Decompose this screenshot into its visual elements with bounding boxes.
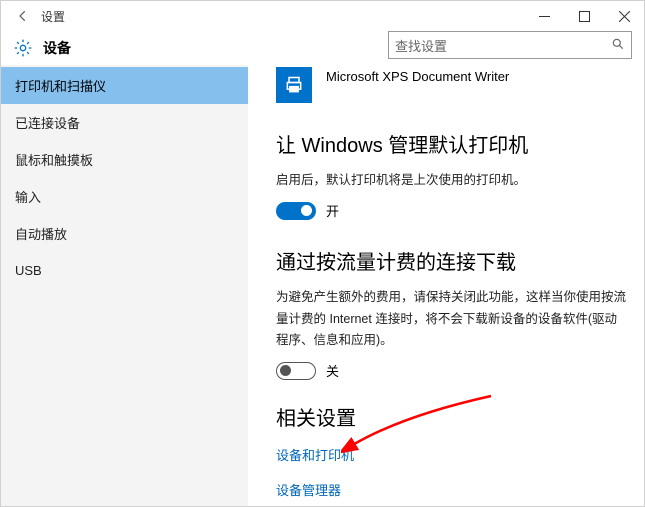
minimize-button[interactable]: [524, 1, 564, 31]
toggle-metered-label: 关: [326, 361, 339, 380]
search-placeholder: 查找设置: [395, 36, 611, 55]
section-related-title: 相关设置: [276, 402, 626, 431]
sidebar-item-label: 已连接设备: [15, 113, 80, 132]
printer-icon: [276, 67, 312, 103]
sidebar-item-typing[interactable]: 输入: [1, 178, 248, 215]
gear-icon: [13, 38, 33, 58]
sidebar-item-autoplay[interactable]: 自动播放: [1, 215, 248, 252]
section-metered-desc: 为避免产生额外的费用，请保持关闭此功能，这样当你使用按流量计费的 Interne…: [276, 287, 626, 351]
sidebar-item-label: 打印机和扫描仪: [15, 76, 106, 95]
sidebar-item-label: 输入: [15, 187, 41, 206]
printer-name[interactable]: Microsoft XPS Document Writer: [326, 69, 509, 84]
search-icon: [611, 37, 625, 54]
sidebar-item-connected[interactable]: 已连接设备: [1, 104, 248, 141]
section-metered-title: 通过按流量计费的连接下载: [276, 246, 626, 275]
sidebar-item-label: 鼠标和触摸板: [15, 150, 93, 169]
section-default-printer-title: 让 Windows 管理默认打印机: [276, 129, 626, 158]
window-title: 设置: [41, 8, 65, 25]
back-button[interactable]: [9, 2, 37, 30]
search-input[interactable]: 查找设置: [388, 31, 632, 59]
close-button[interactable]: [604, 1, 644, 31]
link-devices-printers[interactable]: 设备和打印机: [276, 445, 626, 464]
page-title: 设备: [43, 38, 71, 58]
sidebar-item-label: USB: [15, 263, 42, 278]
toggle-metered[interactable]: [276, 362, 316, 380]
toggle-default-printer[interactable]: [276, 202, 316, 220]
sidebar-item-mouse[interactable]: 鼠标和触摸板: [1, 141, 248, 178]
sidebar-item-label: 自动播放: [15, 224, 67, 243]
toggle-default-printer-label: 开: [326, 201, 339, 220]
section-default-printer-desc: 启用后，默认打印机将是上次使用的打印机。: [276, 170, 626, 191]
link-device-manager[interactable]: 设备管理器: [276, 480, 626, 499]
maximize-button[interactable]: [564, 1, 604, 31]
sidebar-item-usb[interactable]: USB: [1, 252, 248, 289]
sidebar-item-printers[interactable]: 打印机和扫描仪: [1, 67, 248, 104]
